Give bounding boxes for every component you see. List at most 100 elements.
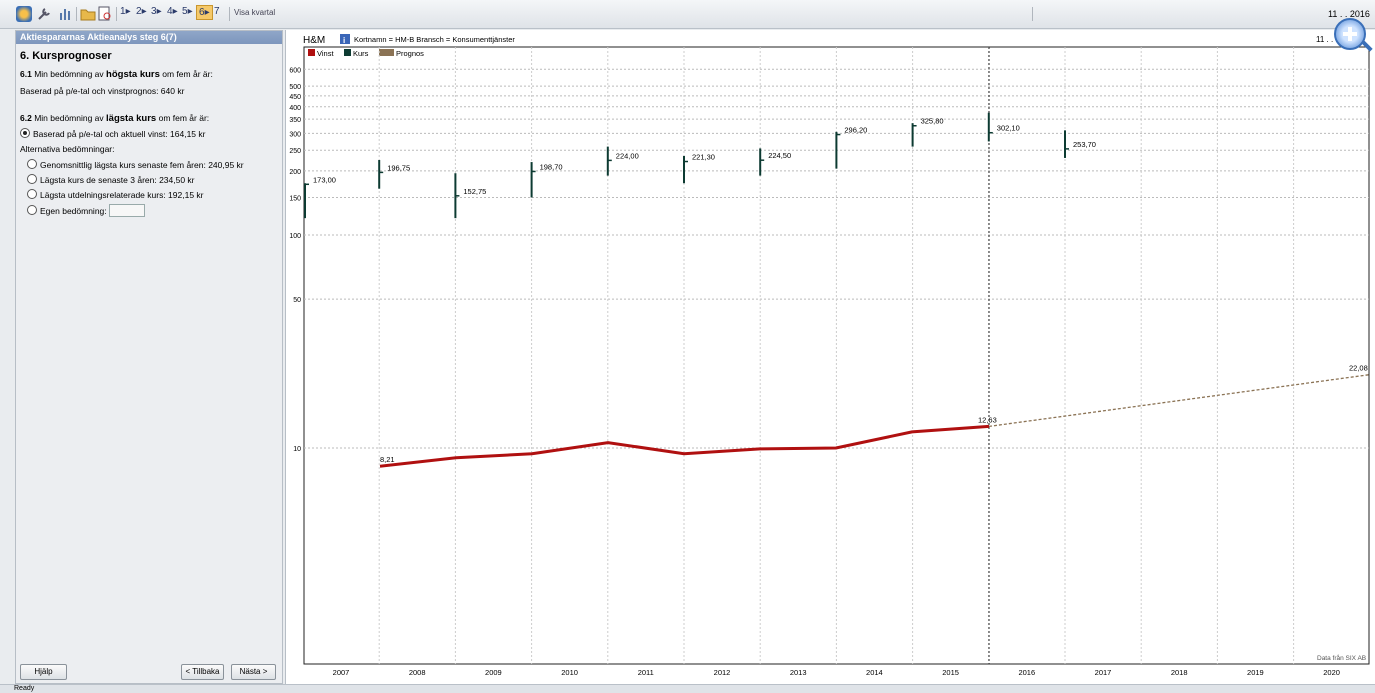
kurs-series: 173,00 196,75 152,75 198,70 224,00 221,30 224,… [304, 112, 1096, 219]
legend-vinst: Vinst [317, 49, 334, 58]
step-6-button[interactable]: 6▸ [196, 5, 213, 20]
panel-header: Aktiespararnas Aktieanalys steg 6(7) [16, 31, 282, 44]
y-tick-label: 100 [289, 233, 301, 240]
y-axis: 10 50 100 150 200 250 300 350 400 450 500 600 [289, 67, 301, 453]
toolbar-separator [76, 7, 77, 21]
q1-pre: Min bedömning av [34, 69, 104, 79]
y-tick-label: 350 [289, 117, 301, 124]
q2-pre: Min bedömning av [34, 113, 104, 123]
vinst-start-label: 8,21 [380, 455, 395, 464]
help-button[interactable]: Hjälp [20, 664, 67, 680]
y-tick-label: 200 [289, 169, 301, 176]
legend-vinst-swatch [308, 49, 315, 56]
q2-basis-label: Baserad på p/e-tal och aktuell vinst: 16… [33, 129, 206, 139]
q1-post: om fem år är: [162, 69, 213, 79]
x-tick-label: 2012 [714, 668, 731, 677]
toolbar-separator [116, 7, 117, 21]
vinst-series: 8,21 12,63 22,08 [379, 364, 1370, 468]
x-tick-label: 2018 [1171, 668, 1188, 677]
visa-kvartal-toggle[interactable]: Visa kvartal [234, 8, 275, 17]
x-tick-label: 2011 [638, 668, 654, 677]
q2-basis-radio[interactable]: Baserad på p/e-tal och aktuell vinst: 16… [20, 128, 205, 139]
kurs-label: 198,70 [540, 162, 563, 171]
kurs-label: 224,00 [616, 151, 639, 160]
x-tick-label: 2008 [409, 668, 426, 677]
x-tick-label: 2017 [1095, 668, 1112, 677]
option-label: Egen bedömning: [40, 206, 107, 216]
radio-icon[interactable] [27, 159, 37, 169]
toolbar-separator [229, 7, 230, 21]
option-own[interactable]: Egen bedömning: [27, 204, 145, 217]
step-2-button[interactable]: 2▸ [136, 6, 147, 17]
q2-bold: lägsta kurs [106, 113, 157, 124]
chart-area: H&M i Kortnamn = HM-B Bransch = Konsumen… [285, 18, 1375, 684]
folder-open-icon[interactable] [80, 6, 96, 22]
company-name: H&M [303, 35, 325, 46]
kurs-label: 152,75 [463, 187, 486, 196]
wrench-icon[interactable] [36, 7, 52, 23]
y-tick-label: 10 [293, 446, 301, 453]
radio-icon[interactable] [27, 189, 37, 199]
option-label: Genomsnittlig lägsta kurs senaste fem år… [40, 160, 244, 170]
q2-question: 6.2 Min bedömning av lägsta kurs om fem … [20, 113, 209, 124]
kurs-label: 302,10 [997, 124, 1020, 133]
back-button[interactable]: < Tillbaka [181, 664, 224, 680]
data-source: Data från SIX AB [1317, 654, 1366, 662]
legend-kurs: Kurs [353, 49, 369, 58]
chart-svg: H&M i Kortnamn = HM-B Bransch = Konsumen… [289, 34, 1370, 677]
step-3-button[interactable]: 3▸ [151, 6, 162, 17]
company-info: Kortnamn = HM-B Bransch = Konsumenttjäns… [354, 35, 515, 44]
kurs-label: 196,75 [387, 163, 410, 172]
y-tick-label: 50 [293, 297, 301, 304]
q1-number: 6.1 [20, 69, 32, 79]
option-dividend[interactable]: Lägsta utdelningsrelaterade kurs: 192,15… [27, 189, 204, 200]
q1-basis: Baserad på p/e-tal och vinstprognos: 640… [20, 86, 185, 96]
option-lowest-3y[interactable]: Lägsta kurs de senaste 3 åren: 234,50 kr [27, 174, 195, 185]
x-tick-label: 2019 [1247, 668, 1264, 677]
toolbar: 1▸ 2▸ 3▸ 4▸ 5▸ 6▸ 7 Visa kvartal 11 . . … [0, 0, 1375, 29]
section-title: 6. Kursprognoser [20, 50, 112, 62]
legend-kurs-swatch [344, 49, 351, 56]
x-tick-label: 2016 [1018, 668, 1035, 677]
y-tick-label: 300 [289, 131, 301, 138]
radio-icon[interactable] [27, 205, 37, 215]
step-1-button[interactable]: 1▸ [120, 6, 131, 17]
x-tick-label: 2020 [1323, 668, 1340, 677]
kurs-label: 325,80 [921, 117, 944, 126]
y-tick-label: 400 [289, 105, 301, 112]
y-tick-label: 250 [289, 148, 301, 155]
legend-prognos: Prognos [396, 49, 424, 58]
chart-icon[interactable] [57, 6, 73, 22]
next-button[interactable]: Nästa > [231, 664, 276, 680]
radio-selected-icon[interactable] [20, 128, 30, 138]
own-estimate-input[interactable] [108, 204, 145, 217]
zoom-in-icon[interactable] [1334, 18, 1373, 52]
step-5-button[interactable]: 5▸ [182, 6, 193, 17]
x-tick-label: 2015 [942, 668, 959, 677]
y-tick-label: 450 [289, 94, 301, 101]
step-7-button[interactable]: 7 [214, 6, 220, 17]
x-tick-label: 2013 [790, 668, 807, 677]
vinst-end-label: 12,63 [978, 415, 997, 424]
toolbar-separator [1032, 7, 1033, 21]
alt-label: Alternativa bedömningar: [20, 144, 115, 154]
radio-icon[interactable] [27, 174, 37, 184]
app-logo-icon[interactable] [16, 6, 32, 22]
y-tick-label: 500 [289, 84, 301, 91]
document-search-icon[interactable] [97, 6, 113, 22]
status-text: Ready [14, 685, 35, 692]
option-avg-lowest[interactable]: Genomsnittlig lägsta kurs senaste fem år… [27, 159, 244, 170]
option-label: Lägsta utdelningsrelaterade kurs: 192,15… [40, 190, 204, 200]
step-4-button[interactable]: 4▸ [167, 6, 178, 17]
x-tick-label: 2009 [485, 668, 502, 677]
info-icon-glyph: i [343, 36, 345, 45]
x-tick-label: 2007 [333, 668, 350, 677]
kurs-label: 253,70 [1073, 140, 1096, 149]
y-tick-label: 150 [289, 195, 301, 202]
kurs-label: 173,00 [313, 175, 336, 184]
y-tick-label: 600 [289, 67, 301, 74]
q2-post: om fem år är: [158, 113, 210, 123]
prognos-line [988, 374, 1370, 428]
x-tick-label: 2014 [866, 668, 883, 677]
q1-question: 6.1 Min bedömning av högsta kurs om fem … [20, 69, 213, 80]
